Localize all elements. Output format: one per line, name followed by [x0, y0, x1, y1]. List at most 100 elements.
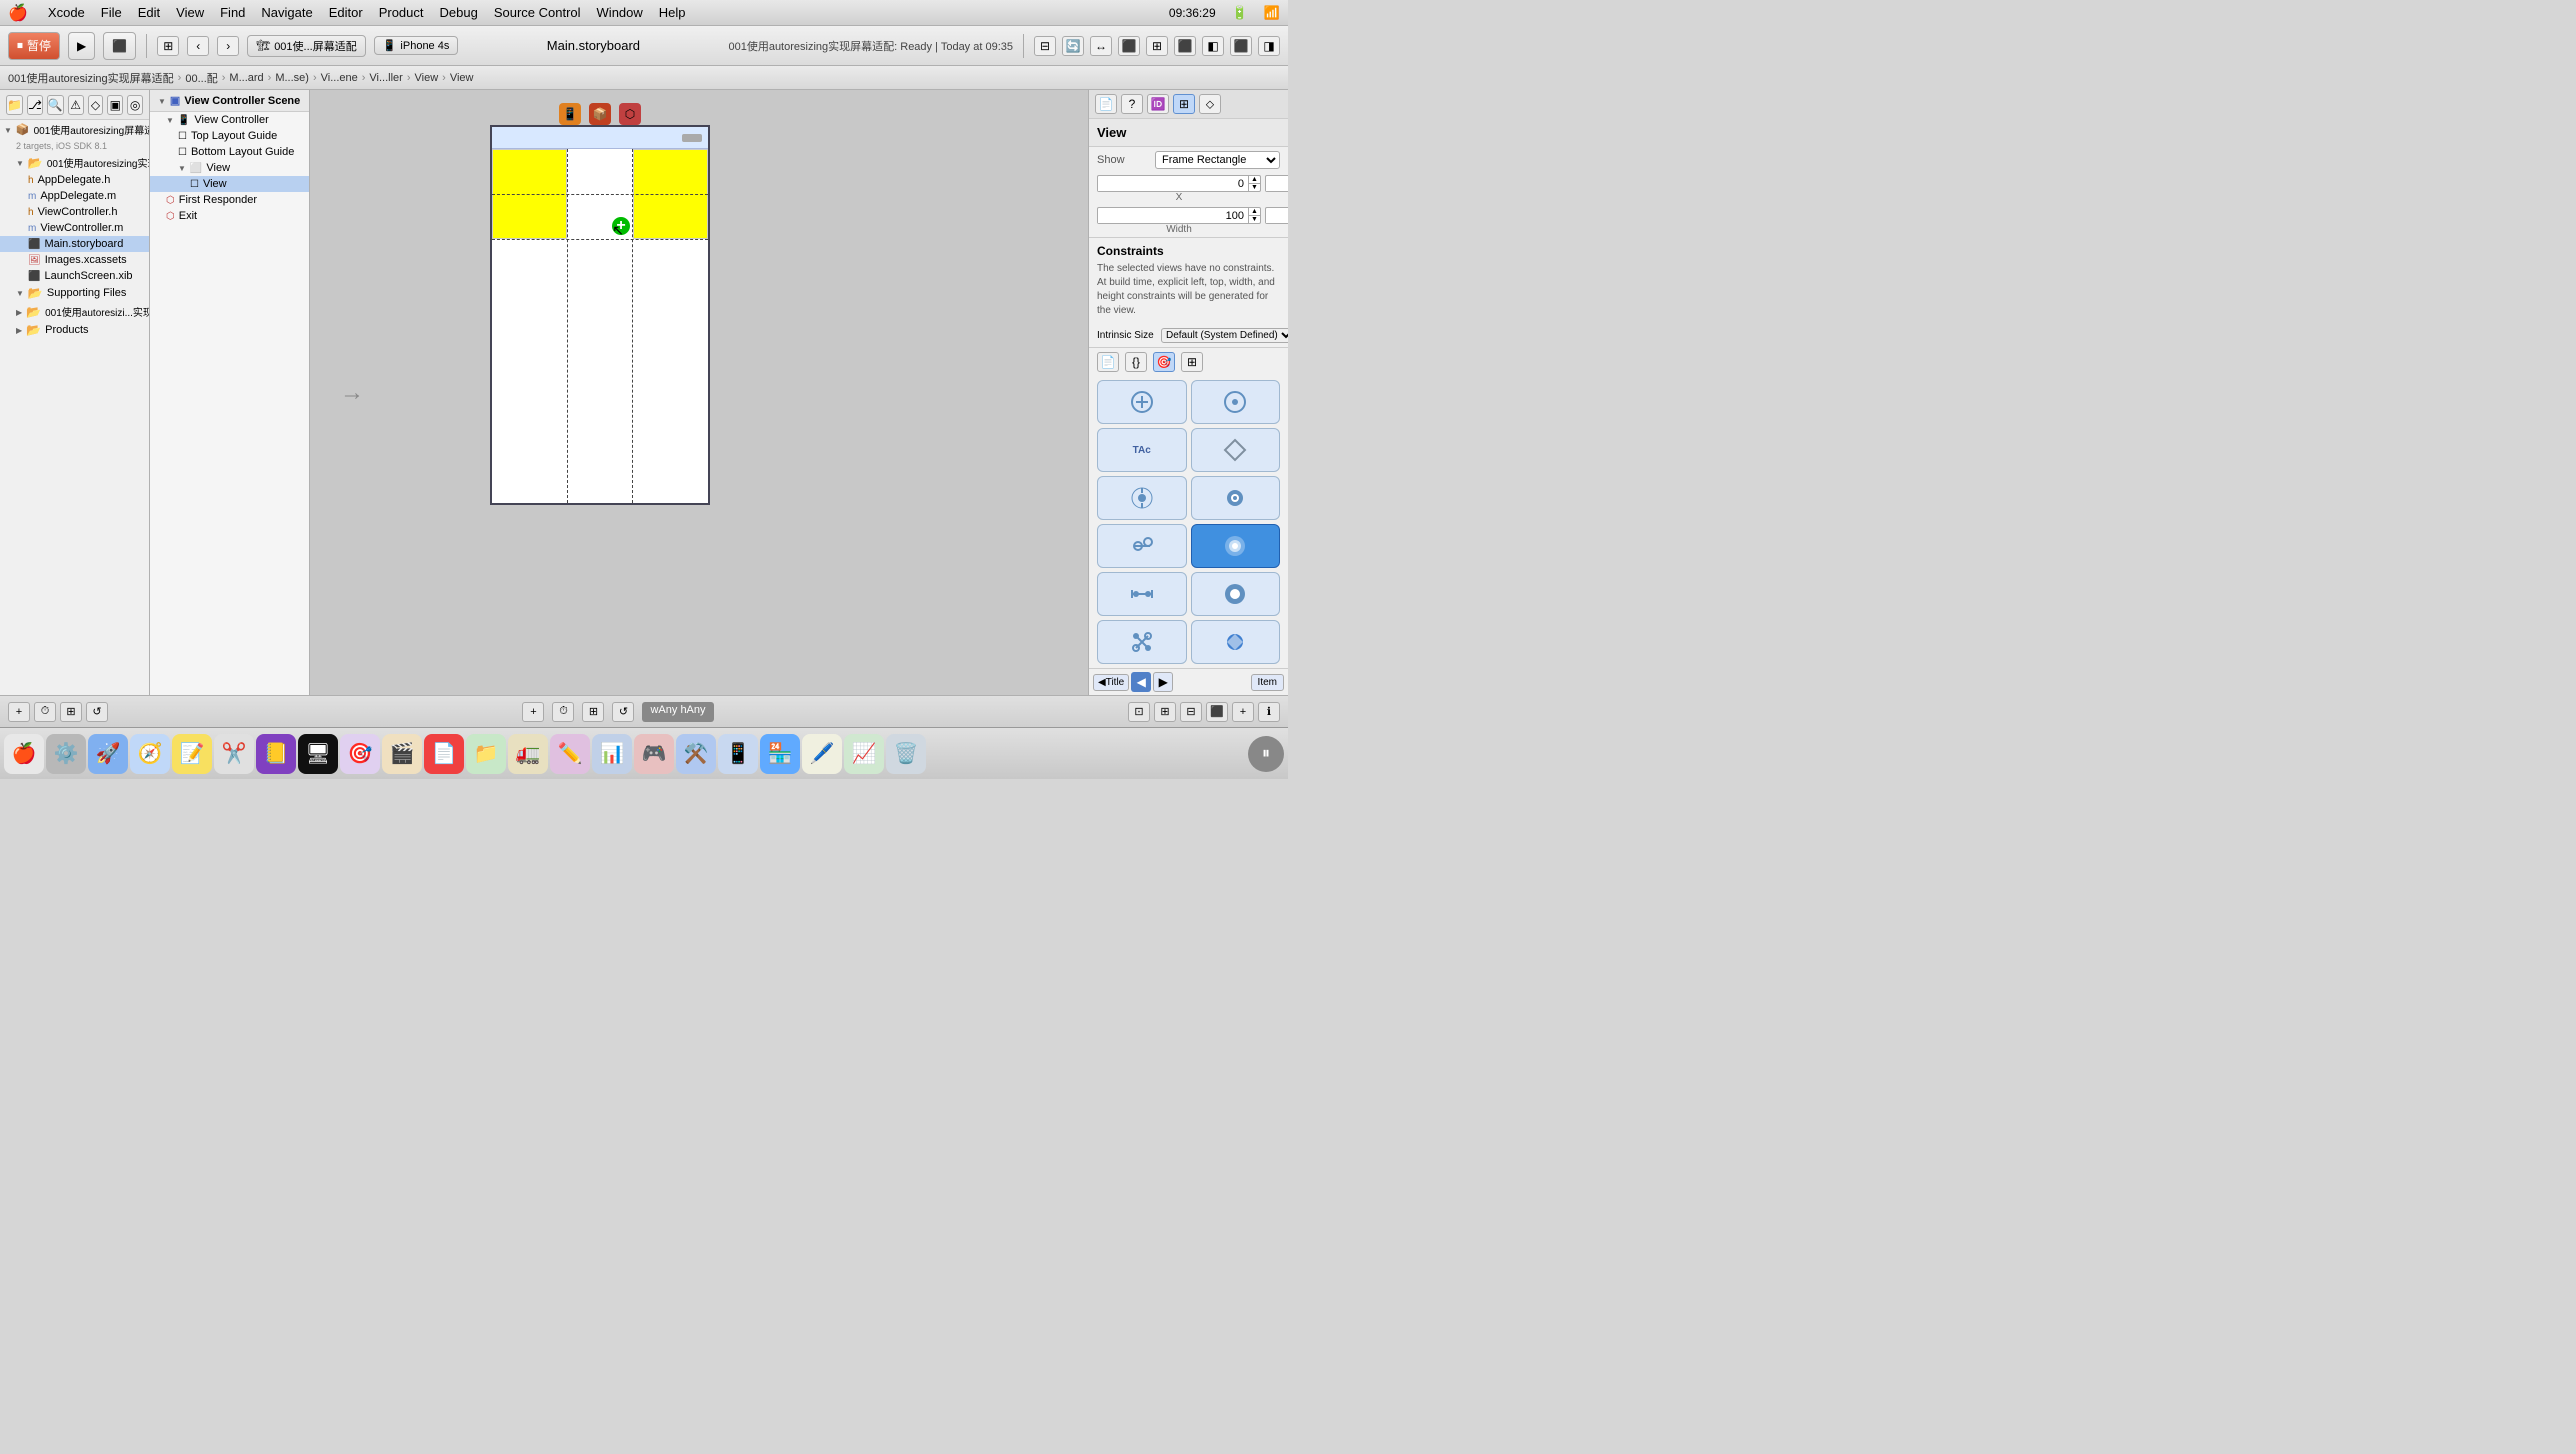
file-launchscreen-xib[interactable]: ⬛ LaunchScreen.xib: [0, 268, 149, 284]
breadcrumb-item-5[interactable]: Vi...ene: [321, 72, 358, 84]
menu-navigate[interactable]: Navigate: [261, 5, 312, 20]
x-input[interactable]: [1098, 177, 1248, 191]
menu-source-control[interactable]: Source Control: [494, 5, 581, 20]
file-tests-folder[interactable]: 📂 001使用autoresizi...实现屏幕适配Tests: [0, 302, 149, 321]
scene-top-layout-guide[interactable]: ☐ Top Layout Guide: [150, 128, 309, 144]
breadcrumb-item-2[interactable]: 00...配: [185, 70, 217, 86]
file-appdelegate-m[interactable]: m AppDelegate.m: [0, 188, 149, 204]
info-btn[interactable]: ℹ: [1258, 702, 1280, 722]
file-nav-history-btn[interactable]: ◎: [127, 95, 143, 115]
intrinsic-select[interactable]: Default (System Defined): [1161, 328, 1288, 343]
navigator-toggle-btn[interactable]: ◧: [1202, 36, 1224, 56]
scene-exit[interactable]: ⬡ Exit: [150, 208, 309, 224]
breadcrumb-item-1[interactable]: 001使用autoresizing实现屏幕适配: [8, 70, 174, 86]
inspector-quickhelp-btn[interactable]: ?: [1121, 94, 1143, 114]
refresh-btn[interactable]: ↺: [86, 702, 108, 722]
layout-center-btn[interactable]: 🔄: [1062, 36, 1084, 56]
widget-4[interactable]: [1191, 428, 1281, 472]
width-up-btn[interactable]: ▲: [1249, 208, 1260, 216]
file-nav-search-btn[interactable]: 🔍: [47, 95, 64, 115]
add-item-btn[interactable]: +: [8, 702, 30, 722]
breadcrumb-item-7[interactable]: View: [415, 72, 439, 84]
file-supporting-files[interactable]: 📂 Supporting Files: [0, 284, 149, 302]
editor-standard-btn[interactable]: ⬛: [1118, 36, 1140, 56]
grid-scene-btn[interactable]: ⊞: [582, 702, 604, 722]
size-class-indicator[interactable]: wAny hAny: [642, 702, 713, 722]
refresh-scene-btn[interactable]: ↺: [612, 702, 634, 722]
inspector-tab-code[interactable]: {}: [1125, 352, 1147, 372]
view-controller-frame[interactable]: 📱 📦 ⬡: [490, 125, 710, 505]
scene-view-parent[interactable]: ⬜ View: [150, 160, 309, 176]
file-images-xcassets[interactable]: 🖼 Images.xcassets: [0, 252, 149, 268]
breadcrumb-item-4[interactable]: M...se): [275, 72, 309, 84]
menu-file[interactable]: File: [101, 5, 122, 20]
device-selector[interactable]: 📱 iPhone 4s: [374, 36, 459, 55]
dock-appstore[interactable]: 🏪: [760, 734, 800, 774]
add-objects-btn[interactable]: +: [1232, 702, 1254, 722]
run-button[interactable]: ▶: [68, 32, 95, 60]
widget-6[interactable]: [1191, 476, 1281, 520]
storyboard-canvas[interactable]: → 📱 📦 ⬡: [310, 90, 1088, 695]
fwd-nav-btn[interactable]: ▶: [1153, 672, 1173, 692]
square-button[interactable]: ⬛: [103, 32, 136, 60]
file-project-root[interactable]: 📂 001使用autoresizing实现屏幕适配: [0, 153, 149, 172]
apple-menu[interactable]: 🍎: [8, 3, 28, 23]
dock-simulator[interactable]: 📱: [718, 734, 758, 774]
dock-safari[interactable]: 🧭: [130, 734, 170, 774]
widget-12[interactable]: [1191, 620, 1281, 664]
file-nav-warn-btn[interactable]: ⚠: [68, 95, 84, 115]
dock-pixelmator[interactable]: ✏️: [550, 734, 590, 774]
width-input[interactable]: [1098, 209, 1248, 223]
fit-screen-btn[interactable]: ⊡: [1128, 702, 1150, 722]
menu-edit[interactable]: Edit: [138, 5, 160, 20]
dock-wps[interactable]: 📊: [592, 734, 632, 774]
height-input[interactable]: [1266, 209, 1288, 223]
layout-left-btn[interactable]: ⊟: [1034, 36, 1056, 56]
dock-video[interactable]: 🎬: [382, 734, 422, 774]
scene-view-child[interactable]: ☐ View: [150, 176, 309, 192]
dock-foxitreader[interactable]: 📄: [424, 734, 464, 774]
menu-find[interactable]: Find: [220, 5, 245, 20]
dock-system-prefs[interactable]: ⚙️: [46, 734, 86, 774]
debugger-toggle-btn[interactable]: ⬛: [1230, 36, 1252, 56]
menu-window[interactable]: Window: [597, 5, 643, 20]
scene-view-controller[interactable]: 📱 View Controller: [150, 112, 309, 128]
add-item-scene-btn[interactable]: +: [522, 702, 544, 722]
widget-2[interactable]: [1191, 380, 1281, 424]
dock-pencil[interactable]: 🖊️: [802, 734, 842, 774]
dock-trash[interactable]: 🗑️: [886, 734, 926, 774]
file-viewcontroller-h[interactable]: h ViewController.h: [0, 204, 149, 220]
dock-chart[interactable]: 📈: [844, 734, 884, 774]
nav-next-btn[interactable]: ›: [217, 36, 239, 56]
width-down-btn[interactable]: ▼: [1249, 216, 1260, 223]
inspector-tab-target[interactable]: 🎯: [1153, 352, 1175, 372]
y-input[interactable]: [1266, 177, 1288, 191]
editor-assistant-btn[interactable]: ⊞: [1146, 36, 1168, 56]
widget-3[interactable]: TAc: [1097, 428, 1187, 472]
widget-10[interactable]: [1191, 572, 1281, 616]
nav-prev-btn[interactable]: ‹: [187, 36, 209, 56]
item-tab-btn[interactable]: Item: [1251, 674, 1284, 691]
dock-finder[interactable]: 🍎: [4, 734, 44, 774]
layout-right-btn[interactable]: ↔: [1090, 36, 1112, 56]
menu-editor[interactable]: Editor: [329, 5, 363, 20]
dock-onenote[interactable]: 📒: [256, 734, 296, 774]
inspector-tab-grid[interactable]: ⊞: [1181, 352, 1203, 372]
dock-launchpad[interactable]: 🚀: [88, 734, 128, 774]
x-down-btn[interactable]: ▼: [1249, 184, 1260, 191]
editor-version-btn[interactable]: ⬛: [1174, 36, 1196, 56]
file-nav-test-btn[interactable]: ◇: [88, 95, 104, 115]
actual-size-btn[interactable]: ⊞: [1154, 702, 1176, 722]
pause-btn[interactable]: ⏸: [1248, 736, 1284, 772]
show-select[interactable]: Frame Rectangle: [1155, 151, 1280, 169]
widget-5[interactable]: [1097, 476, 1187, 520]
x-up-btn[interactable]: ▲: [1249, 176, 1260, 184]
file-main-storyboard[interactable]: ⬛ Main.storyboard: [0, 236, 149, 252]
widget-9[interactable]: [1097, 572, 1187, 616]
file-nav-git-btn[interactable]: ⎇: [27, 95, 43, 115]
dock-transmit[interactable]: 🚛: [508, 734, 548, 774]
widget-8[interactable]: [1191, 524, 1281, 568]
inspector-toggle-btn[interactable]: ◨: [1258, 36, 1280, 56]
scene-bottom-layout-guide[interactable]: ☐ Bottom Layout Guide: [150, 144, 309, 160]
menu-view[interactable]: View: [176, 5, 204, 20]
